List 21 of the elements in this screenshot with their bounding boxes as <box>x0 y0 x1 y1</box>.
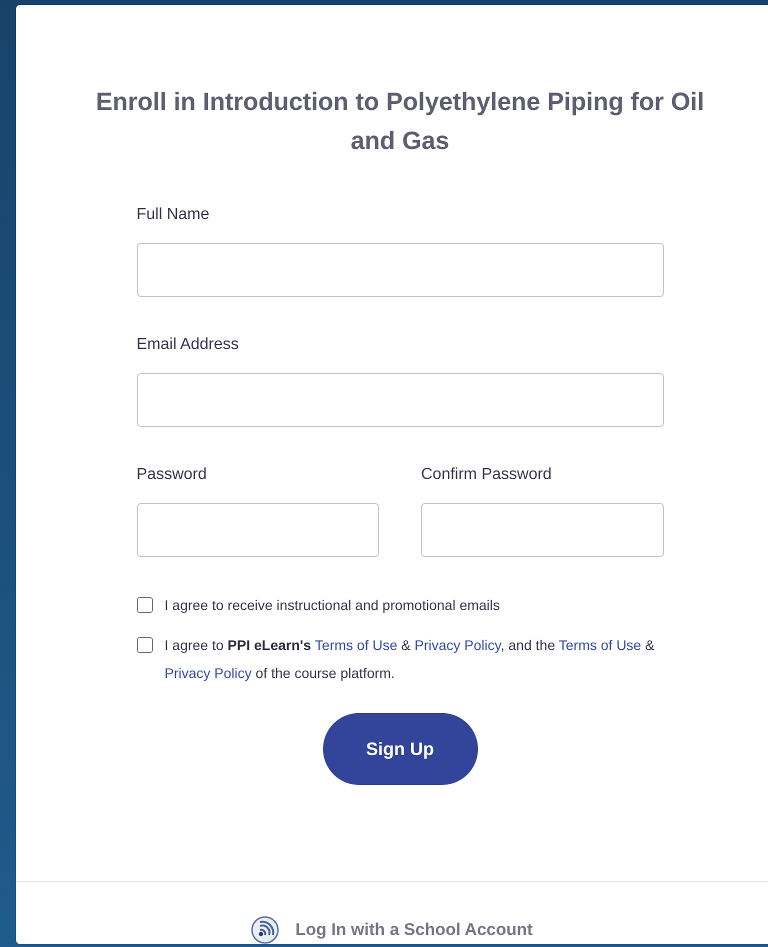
policy-link[interactable]: Terms of Use <box>314 637 398 653</box>
school-login-link[interactable]: Log In with a School Account <box>251 916 533 944</box>
sign-up-button[interactable]: Sign Up <box>322 713 478 785</box>
field-label: Confirm Password <box>421 465 553 485</box>
field-label: Email Address <box>136 335 240 355</box>
input-field[interactable] <box>136 243 664 297</box>
school-login-label[interactable]: Log In with a School Account <box>295 920 533 940</box>
input-field[interactable] <box>136 503 379 557</box>
page-title: Enroll in Introduction to Polyethylene Piping for Oil and Gas <box>94 87 706 157</box>
field-label: Password <box>136 465 208 485</box>
policy-link[interactable]: Privacy Policy <box>414 637 501 653</box>
agreement-text: I agree to PPI eLearn's Terms of Use & Privacy Policy, and the Terms of Use & Privacy Policy of the course platform. <box>164 636 656 683</box>
checkbox[interactable] <box>136 637 152 653</box>
input-field[interactable] <box>136 373 664 427</box>
policy-link[interactable]: Privacy Policy <box>164 665 252 681</box>
logo-icon <box>251 916 280 944</box>
field-label: Full Name <box>136 205 210 225</box>
input-field[interactable] <box>421 503 664 557</box>
agreement-text: I agree to receive instructional and promotional emails <box>164 596 500 615</box>
policy-link[interactable]: Terms of Use <box>558 637 642 653</box>
checkbox[interactable] <box>136 597 152 613</box>
